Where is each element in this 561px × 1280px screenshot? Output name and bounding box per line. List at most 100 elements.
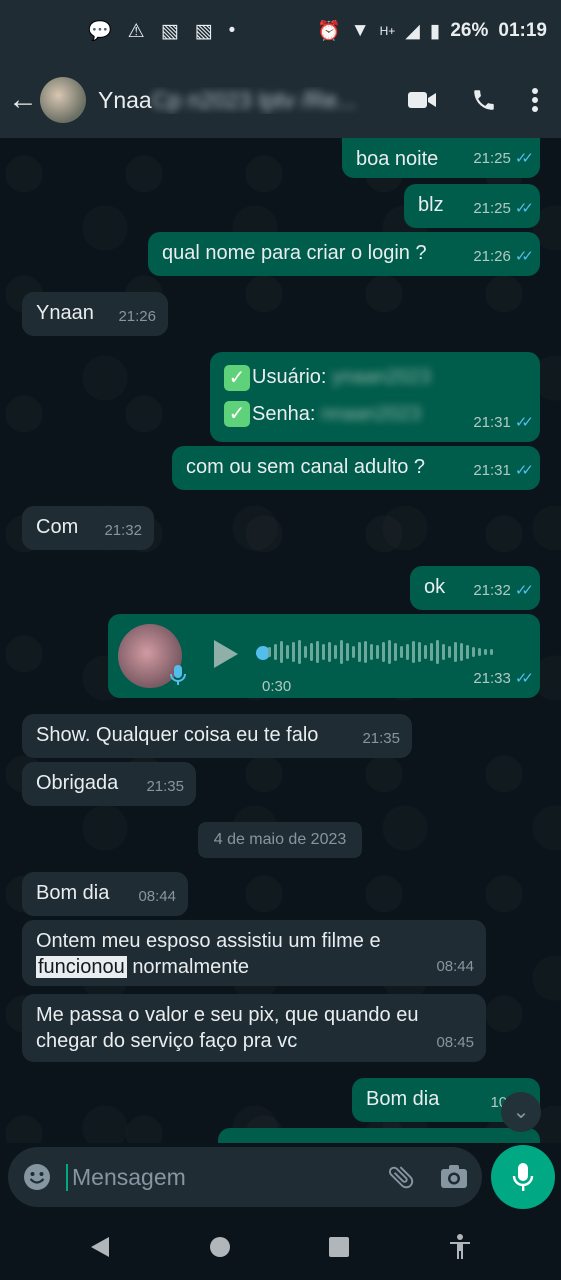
chat-area[interactable]: boa noite 21:25 ✓✓ blz 21:25 ✓✓ qual nome … bbox=[0, 138, 561, 1143]
waveform-bar bbox=[304, 646, 307, 658]
back-arrow-icon[interactable]: ← bbox=[0, 83, 40, 117]
message-text: Ynaan bbox=[36, 302, 94, 324]
chat-bubble-icon: 💬 bbox=[88, 21, 112, 42]
dot-icon: • bbox=[228, 20, 236, 41]
waveform-bar bbox=[424, 645, 427, 659]
message-time: 21:25 bbox=[473, 200, 511, 217]
date-divider: 4 de maio de 2023 bbox=[198, 822, 362, 858]
message-input[interactable] bbox=[66, 1163, 386, 1191]
password-label: Senha: bbox=[252, 402, 316, 425]
message-outgoing[interactable]: com ou sem canal adulto ? 21:31 ✓✓ bbox=[172, 446, 540, 490]
waveform-bar bbox=[346, 643, 349, 661]
waveform-bar bbox=[334, 645, 337, 659]
checkmark-icon: ✓ bbox=[224, 364, 250, 391]
read-ticks-icon: ✓✓ bbox=[514, 582, 534, 599]
message-incoming[interactable]: Show. Qualquer coisa eu te falo 21:35 bbox=[22, 714, 412, 758]
emoji-icon[interactable] bbox=[22, 1162, 52, 1192]
chat-header: ← YnaaCp n2023 Iptv /Re... bbox=[0, 62, 561, 138]
waveform-bar bbox=[268, 647, 271, 657]
waveform-bar bbox=[328, 642, 331, 662]
play-icon[interactable] bbox=[212, 638, 240, 670]
double-chevron-down-icon: ⌄ bbox=[512, 1101, 530, 1123]
waveform-bar bbox=[388, 640, 391, 664]
warning-icon: ⚠ bbox=[127, 20, 145, 42]
waveform-bar bbox=[466, 645, 469, 659]
message-time: 21:31 bbox=[473, 414, 511, 431]
message-outgoing[interactable]: ok 21:32 ✓✓ bbox=[410, 566, 540, 610]
message-outgoing[interactable]: blz 21:25 ✓✓ bbox=[404, 184, 540, 228]
waveform-bar bbox=[280, 641, 283, 663]
app-notification-icon: ▧ bbox=[160, 20, 179, 42]
message-outgoing[interactable]: ✓ Usuário: ynaan2023 ✓ Senha: nnaan2023 21… bbox=[210, 352, 540, 442]
battery-percent: 26% bbox=[450, 20, 489, 41]
waveform-bar bbox=[436, 640, 439, 664]
battery-icon: ▮ bbox=[429, 20, 441, 42]
accessibility-icon[interactable] bbox=[448, 1234, 472, 1260]
message-incoming[interactable]: Bom dia 08:44 bbox=[22, 872, 188, 916]
message-time: 21:25 bbox=[473, 150, 511, 167]
contact-avatar[interactable] bbox=[40, 77, 86, 123]
message-incoming[interactable]: Ontem meu esposo assistiu um filme e fun… bbox=[22, 920, 486, 986]
message-text: Com bbox=[36, 516, 79, 538]
mic-badge-icon bbox=[170, 665, 186, 685]
phone-call-icon[interactable] bbox=[471, 87, 497, 113]
message-text: boa noite bbox=[356, 148, 439, 170]
waveform-bar bbox=[478, 648, 481, 656]
message-incoming[interactable]: Me passa o valor e seu pix, que quando e… bbox=[22, 994, 486, 1062]
read-ticks-icon: ✓✓ bbox=[514, 670, 534, 687]
scroll-to-bottom-button[interactable]: ⌄ bbox=[501, 1092, 541, 1132]
message-incoming[interactable]: Com 21:32 bbox=[22, 506, 154, 550]
password-blurred: nnaan2023 bbox=[320, 402, 422, 425]
status-bar: 💬 ⚠ ▧ ▧ • ⏰ ▼ H+ ◢ ▮ 26% 01:19 bbox=[0, 0, 561, 62]
message-composer bbox=[8, 1147, 482, 1207]
video-call-icon[interactable] bbox=[407, 89, 437, 111]
message-time: 21:35 bbox=[362, 730, 400, 747]
contact-name[interactable]: YnaaCp n2023 Iptv /Re... bbox=[98, 87, 378, 114]
microphone-icon bbox=[512, 1163, 534, 1191]
waveform-bar bbox=[310, 643, 313, 661]
message-outgoing[interactable]: boa noite 21:25 ✓✓ bbox=[342, 138, 540, 178]
camera-icon[interactable] bbox=[440, 1164, 468, 1190]
username-blurred: ynaan2023 bbox=[332, 366, 432, 388]
waveform-bar bbox=[490, 649, 493, 655]
message-text: Show. Qualquer coisa eu te falo bbox=[36, 724, 319, 746]
android-nav-bar bbox=[0, 1214, 561, 1280]
network-type: H+ bbox=[379, 24, 396, 38]
voice-message[interactable]: 0:30 21:33 ✓✓ bbox=[108, 614, 540, 698]
message-text: blz bbox=[418, 194, 444, 216]
highlighted-word: funcionou bbox=[36, 956, 127, 978]
clock: 01:19 bbox=[498, 20, 547, 41]
more-options-icon[interactable] bbox=[531, 87, 539, 113]
message-text: Ontem meu esposo assistiu um filme e bbox=[36, 930, 381, 952]
message-outgoing-partial[interactable] bbox=[218, 1128, 540, 1143]
contact-name-visible: Ynaa bbox=[98, 86, 152, 113]
message-text: qual nome para criar o login ? bbox=[162, 242, 427, 264]
message-outgoing[interactable]: qual nome para criar o login ? 21:26 ✓✓ bbox=[148, 232, 540, 276]
message-text: normalmente bbox=[132, 956, 250, 978]
message-text: ok bbox=[424, 576, 446, 598]
read-ticks-icon: ✓✓ bbox=[514, 414, 534, 431]
waveform-bar bbox=[394, 643, 397, 661]
nav-recents-icon[interactable] bbox=[328, 1236, 350, 1258]
attach-icon[interactable] bbox=[386, 1162, 416, 1192]
waveform-bar bbox=[406, 644, 409, 660]
message-incoming[interactable]: Ynaan 21:26 bbox=[22, 292, 168, 336]
audio-waveform[interactable] bbox=[268, 639, 528, 665]
message-time: 08:44 bbox=[138, 888, 176, 905]
app-notification-icon: ▧ bbox=[194, 20, 213, 42]
message-incoming[interactable]: Obrigada 21:35 bbox=[22, 762, 196, 806]
nav-back-icon[interactable] bbox=[89, 1235, 111, 1259]
waveform-bar bbox=[316, 641, 319, 663]
waveform-bar bbox=[412, 641, 415, 663]
message-time: 21:32 bbox=[473, 582, 511, 599]
contact-name-blurred: Cp n2023 Iptv /Re... bbox=[151, 86, 357, 113]
message-time: 21:31 bbox=[473, 462, 511, 479]
waveform-bar bbox=[340, 640, 343, 664]
waveform-bar bbox=[448, 646, 451, 658]
signal-icon: ◢ bbox=[405, 20, 420, 42]
message-time: 21:33 bbox=[473, 670, 511, 687]
message-text: Obrigada bbox=[36, 772, 119, 794]
voice-record-button[interactable] bbox=[491, 1145, 555, 1209]
waveform-bar bbox=[484, 649, 487, 655]
nav-home-icon[interactable] bbox=[209, 1236, 231, 1258]
